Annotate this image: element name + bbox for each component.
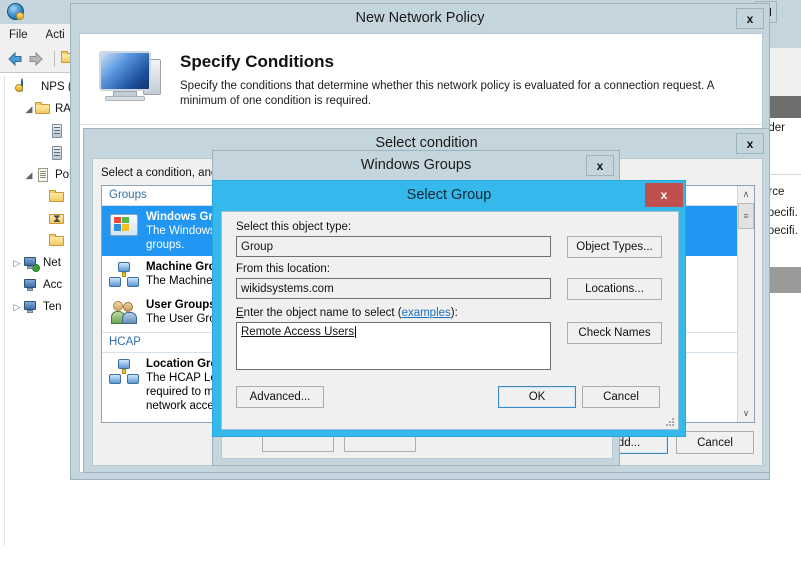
scrollbar-thumb[interactable]: ≡ (738, 203, 754, 229)
windows-groups-title: Windows Groups (360, 157, 472, 173)
computer-check-icon (23, 255, 40, 272)
cancel-button[interactable]: Cancel (582, 386, 660, 408)
location-label: From this location: (236, 263, 330, 275)
resize-grip-icon[interactable] (666, 418, 676, 428)
policy-title-bar: New Network Policy x (71, 4, 769, 32)
select-group-body: Select this object type: Group Object Ty… (221, 211, 679, 430)
policy-title: New Network Policy (355, 10, 485, 26)
tree-item-label: Net (43, 257, 61, 269)
close-icon[interactable]: x (736, 8, 764, 29)
select-group-dialog: Select Group x Select this object type: … (212, 180, 686, 437)
object-name-label: Enter the object name to select (example… (236, 307, 458, 319)
examples-link[interactable]: examples (402, 307, 451, 319)
folder-icon (49, 189, 65, 205)
close-icon[interactable]: x (586, 155, 614, 176)
console-app-icon (7, 3, 25, 21)
tree-expander[interactable]: ◢ (23, 104, 35, 115)
condition-instruction: Select a condition, and th (101, 167, 231, 179)
location-field[interactable]: wikidsystems.com (236, 278, 551, 299)
select-group-title-bar: Select Group x (213, 181, 685, 209)
tree-expander[interactable]: ▷ (11, 258, 23, 269)
locations-button[interactable]: Locations... (567, 278, 662, 300)
menu-file[interactable]: File (0, 27, 37, 43)
list-item-title: HCAP U… G (146, 422, 214, 423)
object-type-label: Select this object type: (236, 221, 352, 233)
advanced-button[interactable]: Advanced... (236, 386, 324, 408)
tree-expander[interactable]: ▷ (11, 302, 23, 313)
object-name-input[interactable]: Remote Access Users (236, 322, 551, 370)
list-item-title: User Groups (146, 299, 216, 311)
select-group-title: Select Group (406, 187, 492, 203)
menu-action[interactable]: Acti (37, 27, 74, 43)
windows-groups-title-bar: Windows Groups x (213, 151, 619, 179)
policy-header: Specify Conditions Specify the condition… (80, 34, 762, 124)
computer-icon (23, 299, 39, 315)
forward-arrow-icon[interactable] (27, 50, 45, 68)
object-name-label-accel: E (236, 307, 244, 319)
tree-item-label: Ten (43, 301, 62, 313)
cancel-button[interactable]: Cancel (676, 431, 754, 454)
close-icon[interactable]: x (736, 133, 764, 154)
object-types-button[interactable]: Object Types... (567, 236, 662, 258)
page-description: Specify the conditions that determine wh… (180, 80, 714, 107)
scroll-down-icon[interactable]: ∨ (738, 405, 754, 422)
windows-groups-icon (109, 210, 139, 240)
close-icon[interactable]: x (645, 183, 683, 207)
ok-button[interactable]: OK (498, 386, 576, 408)
scroll-up-icon[interactable]: ∧ (738, 186, 754, 203)
computer-illustration-icon (95, 49, 173, 109)
computer-icon (23, 277, 39, 293)
toolbar-separator (54, 51, 55, 67)
globe-icon (21, 78, 37, 95)
check-names-button[interactable]: Check Names (567, 322, 662, 344)
user-groups-icon (109, 421, 139, 422)
object-name-value: Remote Access Users (241, 326, 355, 338)
tree-item-label: Acc (43, 279, 63, 291)
object-name-label-text: nter the object name to select ( (243, 307, 402, 319)
tree-expander[interactable]: ◢ (23, 170, 35, 181)
user-groups-icon (109, 298, 139, 328)
condition-title: Select condition (375, 135, 478, 151)
folder-hourglass-icon (49, 211, 65, 227)
back-arrow-icon[interactable] (6, 50, 24, 68)
folder-icon (49, 233, 65, 249)
server-icon (49, 145, 65, 161)
list-scrollbar[interactable]: ∧ ≡ ∨ (737, 186, 754, 422)
header-divider (80, 124, 762, 125)
machine-groups-icon (109, 357, 139, 387)
machine-groups-icon (109, 260, 139, 290)
folder-icon (35, 101, 51, 117)
object-name-label-end: ): (450, 307, 458, 319)
document-icon (35, 167, 51, 183)
text-caret (355, 326, 357, 338)
server-icon (49, 123, 65, 139)
object-type-field[interactable]: Group (236, 236, 551, 257)
page-title: Specify Conditions (180, 52, 334, 71)
